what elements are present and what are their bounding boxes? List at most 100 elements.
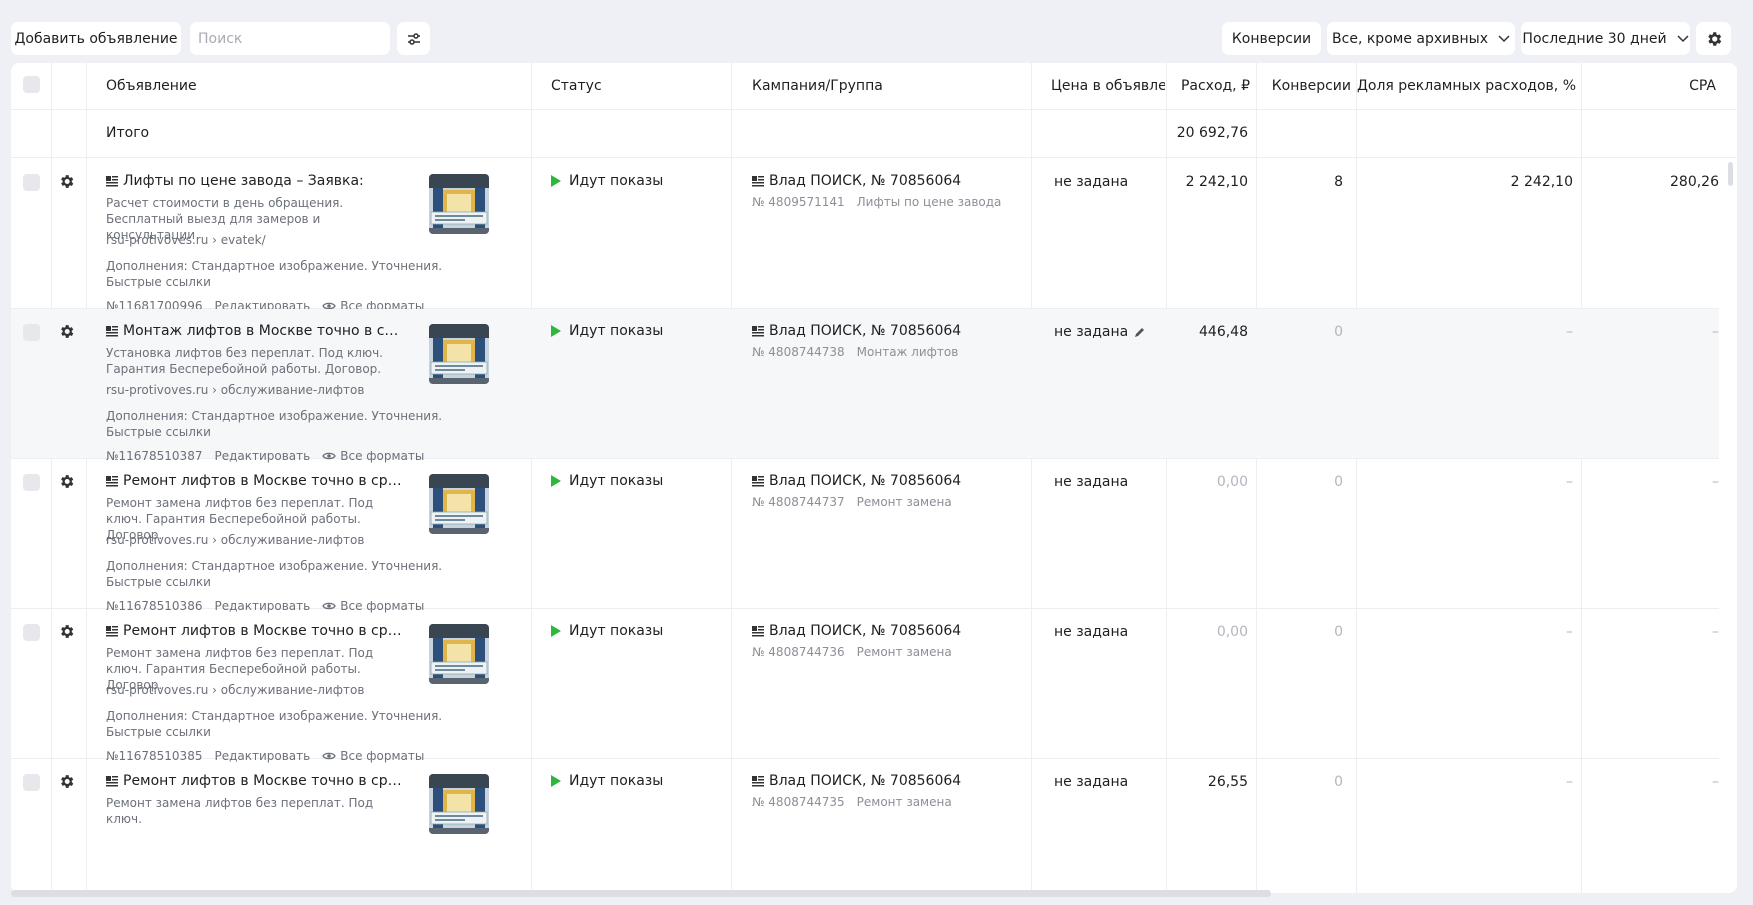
sliders-icon xyxy=(407,32,420,45)
header-price[interactable]: Цена в объявлен xyxy=(1051,78,1165,94)
ad-image-thumbnail[interactable] xyxy=(429,774,489,834)
group-info: № 4808744736 Ремонт замена xyxy=(752,645,964,659)
header-share[interactable]: Доля рекламных расходов, % xyxy=(1356,78,1576,94)
cpa-value: – xyxy=(1712,624,1719,640)
row-checkbox[interactable] xyxy=(23,624,40,641)
ad-image-thumbnail[interactable] xyxy=(429,474,489,534)
text-ad-icon xyxy=(106,325,118,336)
ad-status: Идут показы xyxy=(551,623,663,639)
gear-icon[interactable] xyxy=(58,773,75,790)
ad-url[interactable]: rsu-protivoves.ru › обслуживание-лифтов xyxy=(106,383,364,397)
campaign-link[interactable]: Влад ПОИСК, № 70856064 xyxy=(752,173,961,189)
campaign-link[interactable]: Влад ПОИСК, № 70856064 xyxy=(752,323,961,339)
price-cell[interactable]: не задана xyxy=(1054,624,1128,640)
group-name[interactable]: Ремонт замена xyxy=(857,495,952,509)
campaign-name: Влад ПОИСК, № 70856064 xyxy=(769,173,962,189)
price-cell[interactable]: не задана xyxy=(1054,774,1128,790)
campaign-icon xyxy=(752,775,764,786)
table-header: Объявление Статус Кампания/Группа Цена в… xyxy=(11,63,1737,110)
share-value: – xyxy=(1566,324,1573,340)
horizontal-scrollbar[interactable] xyxy=(11,890,1271,897)
row-checkbox[interactable] xyxy=(23,774,40,791)
share-value: – xyxy=(1566,474,1573,490)
ad-title[interactable]: Ремонт лифтов в Москве точно в срок с г.… xyxy=(106,623,406,639)
group-id: № 4808744735 xyxy=(752,795,845,809)
price-cell[interactable]: не задана xyxy=(1054,324,1146,340)
table-row[interactable]: Лифты по цене завода – Заявка: Расчет ст… xyxy=(11,159,1719,313)
price-value: не задана xyxy=(1054,174,1129,190)
price-cell[interactable]: не задана xyxy=(1054,474,1128,490)
ads-table: Объявление Статус Кампания/Группа Цена в… xyxy=(11,63,1737,893)
table-row[interactable]: Монтаж лифтов в Москве точно в срок с г.… xyxy=(11,309,1719,463)
price-value: не задана xyxy=(1054,474,1129,490)
campaign-icon xyxy=(752,325,764,336)
play-icon xyxy=(551,625,561,637)
header-ad[interactable]: Объявление xyxy=(106,78,197,94)
ad-status: Идут показы xyxy=(551,323,663,339)
vertical-scrollbar[interactable] xyxy=(1728,162,1733,186)
spend-value: 446,48 xyxy=(1199,324,1248,340)
header-spend[interactable]: Расход, ₽ xyxy=(1166,78,1250,94)
pencil-icon[interactable] xyxy=(1134,326,1146,338)
filter-settings-button[interactable] xyxy=(397,22,430,55)
price-cell[interactable]: не задана xyxy=(1054,174,1128,190)
ad-title-text: Ремонт лифтов в Москве точно в срок с г.… xyxy=(123,623,406,639)
conversions-button[interactable]: Конверсии xyxy=(1222,22,1321,55)
group-name[interactable]: Ремонт замена xyxy=(857,795,952,809)
campaign-link[interactable]: Влад ПОИСК, № 70856064 xyxy=(752,623,961,639)
ad-image-thumbnail[interactable] xyxy=(429,324,489,384)
header-status[interactable]: Статус xyxy=(551,78,602,94)
ad-title-text: Ремонт лифтов в Москве точно в срок с г.… xyxy=(123,473,406,489)
ad-title[interactable]: Ремонт лифтов в Москве точно в срок с г.… xyxy=(106,773,406,789)
table-row[interactable]: Ремонт лифтов в Москве точно в срок с г.… xyxy=(11,759,1719,893)
select-all-checkbox[interactable] xyxy=(23,76,40,93)
period-dropdown[interactable]: Последние 30 дней xyxy=(1521,22,1690,55)
campaign-icon xyxy=(752,625,764,636)
row-checkbox[interactable] xyxy=(23,174,40,191)
play-icon xyxy=(551,775,561,787)
campaign-name: Влад ПОИСК, № 70856064 xyxy=(769,623,962,639)
status-filter-label: Все, кроме архивных xyxy=(1332,30,1488,47)
chevron-down-icon xyxy=(1677,34,1689,43)
group-id: № 4809571141 xyxy=(752,195,845,209)
status-filter-dropdown[interactable]: Все, кроме архивных xyxy=(1327,22,1515,55)
group-name[interactable]: Лифты по цене завода xyxy=(857,195,1002,209)
ad-extensions: Дополнения: Стандартное изображение. Уто… xyxy=(106,259,443,289)
ad-image-thumbnail[interactable] xyxy=(429,174,489,234)
search-input[interactable] xyxy=(190,22,390,55)
campaign-link[interactable]: Влад ПОИСК, № 70856064 xyxy=(752,773,961,789)
campaign-name: Влад ПОИСК, № 70856064 xyxy=(769,473,962,489)
campaign-link[interactable]: Влад ПОИСК, № 70856064 xyxy=(752,473,961,489)
header-conversions[interactable]: Конверсии xyxy=(1256,78,1351,94)
conversions-value: 0 xyxy=(1334,324,1343,340)
conversions-value: 0 xyxy=(1334,624,1343,640)
header-cpa[interactable]: CPA xyxy=(1581,78,1716,94)
row-checkbox[interactable] xyxy=(23,474,40,491)
play-icon xyxy=(551,325,561,337)
toolbar: Добавить объявление Конверсии Все, кроме… xyxy=(11,22,1742,55)
gear-icon[interactable] xyxy=(58,473,75,490)
ad-url[interactable]: rsu-protivoves.ru › evatek/ xyxy=(106,233,266,247)
ad-title[interactable]: Лифты по цене завода – Заявка: xyxy=(106,173,406,189)
group-info: № 4808744737 Ремонт замена xyxy=(752,495,964,509)
table-settings-button[interactable] xyxy=(1696,22,1731,55)
ad-extensions: Дополнения: Стандартное изображение. Уто… xyxy=(106,709,443,739)
ad-image-thumbnail[interactable] xyxy=(429,624,489,684)
table-row[interactable]: Ремонт лифтов в Москве точно в срок с г.… xyxy=(11,459,1719,613)
gear-icon[interactable] xyxy=(58,323,75,340)
gear-icon[interactable] xyxy=(58,173,75,190)
table-row[interactable]: Ремонт лифтов в Москве точно в срок с г.… xyxy=(11,609,1719,763)
group-name[interactable]: Ремонт замена xyxy=(857,645,952,659)
group-name[interactable]: Монтаж лифтов xyxy=(857,345,959,359)
row-checkbox[interactable] xyxy=(23,324,40,341)
ad-extensions: Дополнения: Стандартное изображение. Уто… xyxy=(106,409,443,439)
gear-icon[interactable] xyxy=(58,623,75,640)
ad-url[interactable]: rsu-protivoves.ru › обслуживание-лифтов xyxy=(106,683,364,697)
ad-title[interactable]: Ремонт лифтов в Москве точно в срок с г.… xyxy=(106,473,406,489)
ad-title[interactable]: Монтаж лифтов в Москве точно в срок с г.… xyxy=(106,323,406,339)
text-ad-icon xyxy=(106,775,118,786)
group-info: № 4808744735 Ремонт замена xyxy=(752,795,964,809)
header-campaign[interactable]: Кампания/Группа xyxy=(752,78,883,94)
ad-url[interactable]: rsu-protivoves.ru › обслуживание-лифтов xyxy=(106,533,364,547)
add-ad-button[interactable]: Добавить объявление xyxy=(11,22,181,55)
